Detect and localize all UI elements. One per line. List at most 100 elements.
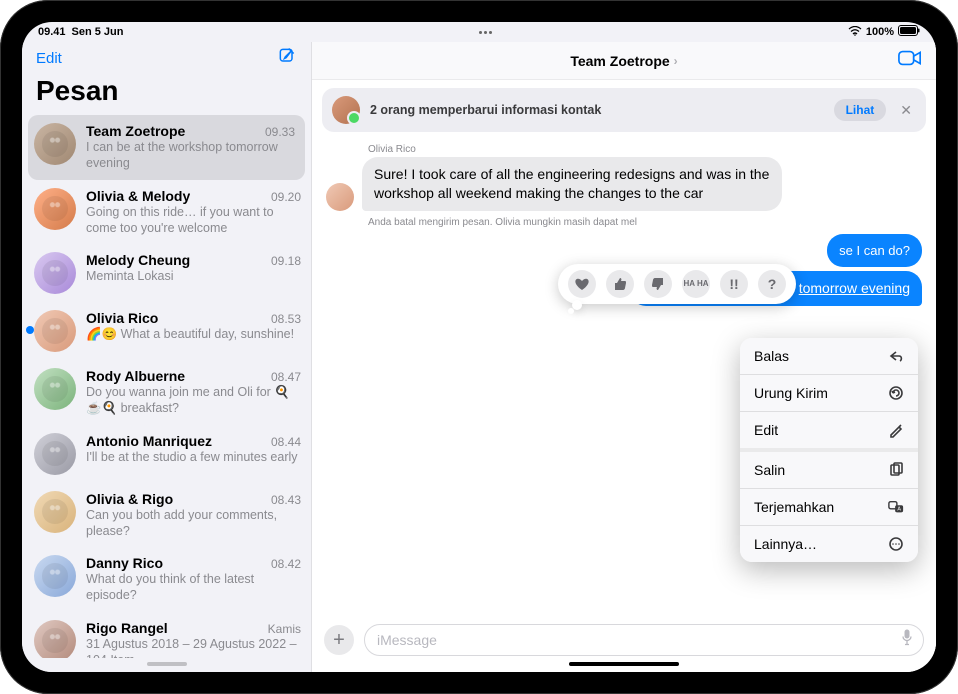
conversation-time: Kamis [268,622,301,636]
conversation-item[interactable]: Olivia & Melody 09.20 Going on this ride…… [22,180,311,245]
battery-percent: 100% [866,26,894,38]
status-bar: 09.41 Sen 5 Jun 100% [22,22,936,42]
conversation-name: Olivia Rico [86,310,158,326]
conversation-snippet: Can you both add your comments, please? [86,507,301,540]
chat-title[interactable]: Team Zoetrope › [570,53,677,69]
tapback-thumbs-up-icon[interactable] [606,270,634,298]
conversation-name: Antonio Manriquez [86,433,212,449]
conversation-name: Olivia & Melody [86,188,190,204]
microphone-icon[interactable] [900,629,914,652]
banner-avatar [332,96,360,124]
chat-pane: Team Zoetrope › 2 orang memperbarui info… [312,42,936,672]
outgoing-message-partial[interactable]: se I can do? [827,234,922,268]
banner-close-icon[interactable]: ✕ [896,102,916,119]
message-input[interactable] [364,624,924,656]
message-avatar [326,183,354,211]
avatar [34,188,76,230]
svg-text:A: A [897,507,901,513]
conversation-list[interactable]: Team Zoetrope 09.33 I can be at the works… [22,115,311,658]
sender-label: Olivia Rico [368,144,922,155]
conversation-snippet: 31 Agustus 2018 – 29 Agustus 2022 – 104 … [86,636,301,659]
home-indicator-icon [147,662,187,666]
menu-more[interactable]: Lainnya… [740,526,918,562]
conversation-time: 09.18 [271,254,301,268]
menu-label: Edit [754,422,778,438]
conversation-item[interactable]: Antonio Manriquez 08.44 I'll be at the st… [22,425,311,483]
conversation-snippet: I can be at the workshop tomorrow evenin… [86,139,295,172]
undo-send-icon [886,385,904,401]
conversation-name: Rigo Rangel [86,620,168,636]
avatar [34,368,76,410]
conversation-time: 08.47 [271,370,301,384]
wifi-icon [848,26,862,39]
avatar [34,310,76,352]
conversation-time: 08.44 [271,435,301,449]
edit-button[interactable]: Edit [36,50,62,67]
messages-area[interactable]: Olivia Rico Sure! I took care of all the… [312,140,936,616]
conversation-snippet: Going on this ride… if you want to come … [86,204,301,237]
status-date: Sen 5 Jun [72,26,124,38]
menu-label: Balas [754,348,789,364]
unread-dot-icon [26,326,34,334]
conversation-snippet: Meminta Lokasi [86,268,301,284]
conversation-time: 09.20 [271,190,301,204]
home-indicator-icon [569,662,679,666]
reply-icon [886,348,904,364]
conversation-name: Danny Rico [86,555,163,571]
menu-copy[interactable]: Salin [740,452,918,489]
conversation-time: 08.53 [271,312,301,326]
screen: 09.41 Sen 5 Jun 100% Edit [22,22,936,672]
conversation-snippet: Do you wanna join me and Oli for 🍳☕🍳 bre… [86,384,301,417]
conversation-item[interactable]: Melody Cheung09.18 Meminta Lokasi [22,244,311,302]
contact-update-banner: 2 orang memperbarui informasi kontak Lih… [322,88,926,132]
compose-icon[interactable] [277,46,297,71]
conversation-time: 08.43 [271,493,301,507]
menu-edit[interactable]: Edit [740,412,918,452]
chat-title-text: Team Zoetrope [570,53,669,69]
battery-icon [898,25,920,39]
menu-translate[interactable]: Terjemahkan A [740,489,918,526]
banner-text: 2 orang memperbarui informasi kontak [370,103,824,117]
status-time: 09.41 [38,26,66,38]
multitask-dots[interactable] [124,31,848,34]
conversation-item[interactable]: Rody Albuerne08.47 Do you wanna join me … [22,360,311,425]
ipad-frame: 09.41 Sen 5 Jun 100% Edit [0,0,958,694]
tapback-question-icon[interactable]: ? [758,270,786,298]
video-call-icon[interactable] [898,49,922,72]
avatar [34,123,76,165]
conversation-snippet: I'll be at the studio a few minutes earl… [86,449,301,465]
banner-view-button[interactable]: Lihat [834,99,887,121]
conversation-name: Olivia & Rigo [86,491,173,507]
copy-icon [886,462,904,478]
conversation-item[interactable]: Team Zoetrope 09.33 I can be at the works… [28,115,305,180]
system-note: Anda batal mengirim pesan. Olivia mungki… [368,217,922,228]
sidebar-title: Pesan [22,73,311,115]
avatar [34,433,76,475]
incoming-message[interactable]: Sure! I took care of all the engineering… [362,157,782,211]
tapback-thumbs-down-icon[interactable] [644,270,672,298]
pencil-icon [886,422,904,438]
conversation-item[interactable]: Olivia & Rigo 08.43 Can you both add your… [22,483,311,548]
tapback-exclaim-icon[interactable]: !! [720,270,748,298]
conversation-sidebar: Edit Pesan Team Zoetrope 09.33 I can be a… [22,42,312,672]
avatar [34,252,76,294]
conversation-time: 09.33 [265,125,295,139]
attach-plus-icon[interactable]: + [324,625,354,655]
conversation-item[interactable]: Rigo Rangel Kamis 31 Agustus 2018 – 29 Ag… [22,612,311,659]
more-icon [886,536,904,552]
conversation-name: Team Zoetrope [86,123,185,139]
conversation-snippet: 🌈😊 What a beautiful day, sunshine! [86,326,301,342]
conversation-item[interactable]: Olivia Rico 08.53 🌈😊 What a beautiful day… [22,302,311,360]
menu-reply[interactable]: Balas [740,338,918,375]
outgoing-text-b: tomorrow evening [799,280,910,296]
menu-label: Salin [754,462,785,478]
translate-icon: A [886,499,904,515]
conversation-item[interactable]: Danny Rico08.42 What do you think of the… [22,547,311,612]
context-menu: Balas Urung Kirim Edit Salin [740,338,918,562]
menu-undo-send[interactable]: Urung Kirim [740,375,918,412]
tapback-haha-icon[interactable]: HA HA [682,270,710,298]
chat-header: Team Zoetrope › [312,42,936,80]
tapback-heart-icon[interactable] [568,270,596,298]
avatar [34,491,76,533]
menu-label: Urung Kirim [754,385,828,401]
